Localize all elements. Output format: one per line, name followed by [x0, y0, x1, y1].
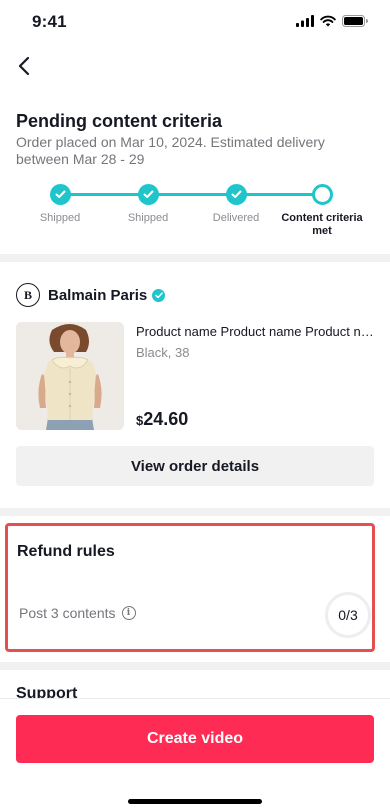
progress-step-label: Delivered	[212, 212, 260, 224]
progress-step-shipped-2: Shipped	[103, 184, 193, 225]
refund-rule-row: Post 3 contents i	[19, 605, 136, 621]
product-price: $24.60	[136, 408, 188, 432]
verified-badge-icon	[152, 288, 166, 302]
view-order-details-button[interactable]: View order details	[16, 446, 374, 486]
shop-name: Balmain Paris	[48, 286, 148, 304]
product-image[interactable]	[16, 322, 124, 430]
status-time: 9:41	[32, 12, 67, 31]
product-name[interactable]: Product name Product name Product name	[136, 323, 376, 340]
chevron-left-icon	[18, 56, 30, 76]
check-icon	[225, 184, 247, 205]
status-bar: 9:41	[0, 0, 390, 44]
progress-step-delivered: Delivered	[191, 184, 281, 225]
refund-rules-card: Refund rules Post 3 contents i 0/3	[5, 523, 375, 652]
progress-step-label: Shipped	[127, 212, 169, 224]
check-icon	[137, 184, 159, 205]
refund-rule-label: Post 3 contents	[19, 605, 116, 621]
order-description: Order placed on Mar 10, 2024. Estimated …	[16, 134, 325, 167]
home-indicator	[128, 799, 262, 804]
current-step-indicator	[311, 184, 333, 205]
info-icon[interactable]: i	[121, 606, 136, 620]
cellular-signal-icon	[296, 15, 314, 27]
status-icons	[296, 15, 368, 27]
section-divider	[0, 254, 390, 262]
wifi-icon	[320, 15, 336, 27]
progress-step-content-criteria: Content criteria met	[277, 184, 367, 238]
price-amount: 24.60	[143, 409, 189, 429]
progress-step-label: Content criteria met	[281, 212, 363, 237]
battery-icon	[342, 15, 368, 27]
bottom-action-bar: Create video	[0, 698, 390, 812]
section-divider	[0, 508, 390, 516]
create-video-button[interactable]: Create video	[16, 715, 374, 763]
page-title: Pending content criteria	[16, 111, 223, 131]
product-variant: Black, 38	[136, 345, 190, 360]
back-button[interactable]	[10, 52, 38, 80]
check-icon	[49, 184, 71, 205]
order-progress-tracker: Shipped Shipped Delivered Content criter…	[0, 184, 390, 240]
progress-step-shipped-1: Shipped	[15, 184, 105, 225]
shop-row[interactable]: B Balmain Paris	[16, 283, 166, 307]
refund-rules-title: Refund rules	[17, 543, 115, 560]
section-divider	[0, 662, 390, 670]
content-progress-ring: 0/3	[325, 592, 371, 638]
shop-logo: B	[16, 283, 40, 307]
progress-step-label: Shipped	[39, 212, 81, 224]
